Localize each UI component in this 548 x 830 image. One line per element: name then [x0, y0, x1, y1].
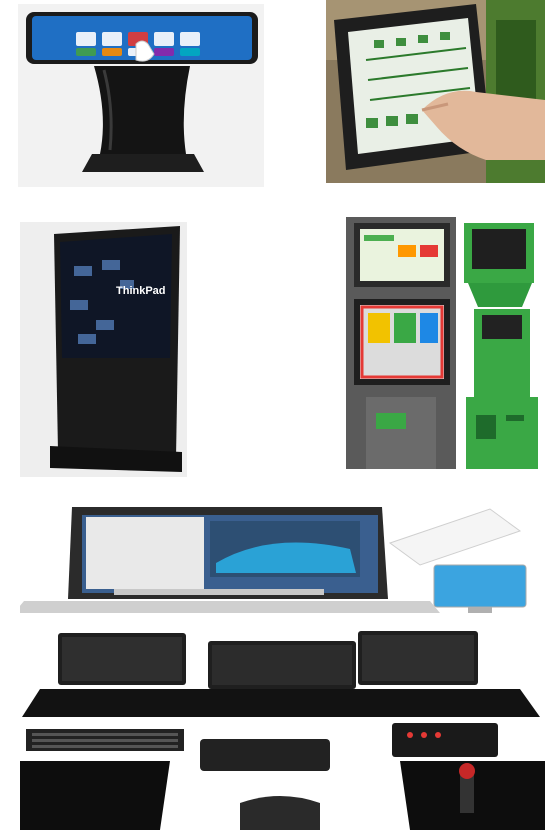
- signage-screen-text: ThinkPad: [116, 285, 166, 297]
- image-digital-signage-totem[interactable]: ThinkPad: [20, 222, 187, 477]
- touch-table-kiosk-illustration: [18, 4, 264, 187]
- self-service-kiosks-illustration: [346, 217, 538, 469]
- image-touch-table-kiosk[interactable]: [18, 4, 264, 187]
- workstation-illustration: [20, 503, 545, 830]
- image-self-service-kiosks[interactable]: [346, 217, 545, 469]
- image-tractor-touch-display[interactable]: [326, 0, 545, 183]
- tractor-display-illustration: [326, 0, 545, 183]
- signage-totem-illustration: ThinkPad: [20, 222, 187, 477]
- image-workstation-laptop-monitors[interactable]: [20, 503, 545, 830]
